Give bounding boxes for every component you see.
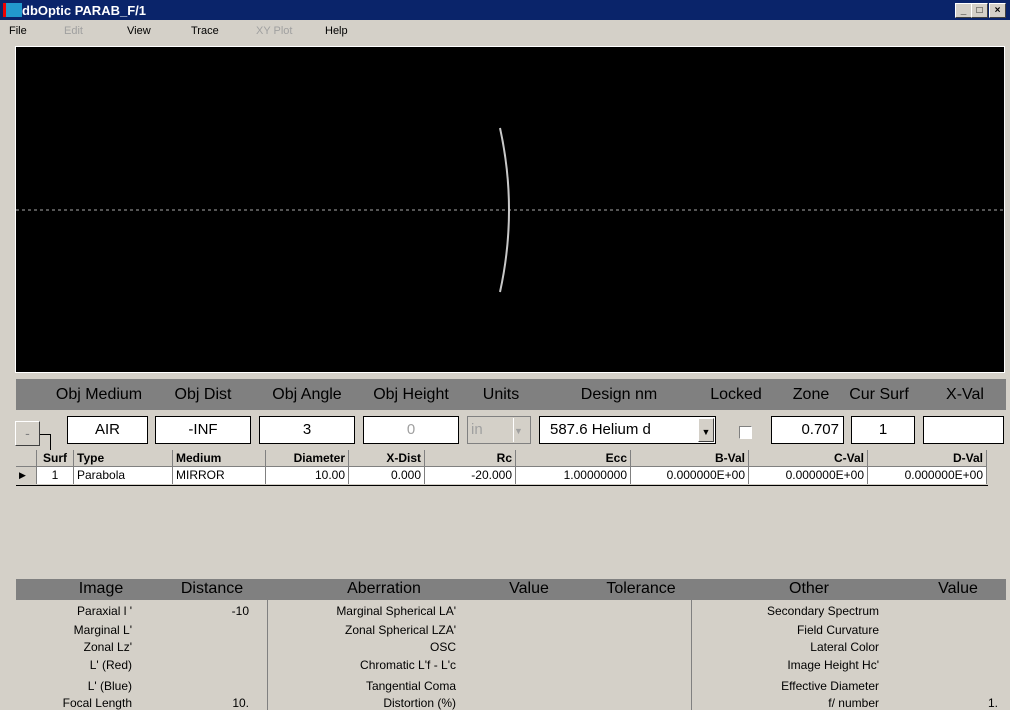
- cell-diameter[interactable]: 10.00: [266, 467, 349, 484]
- other-label: f/ number: [828, 696, 879, 710]
- object-header-band: Obj Medium Obj Dist Obj Angle Obj Height…: [16, 379, 1006, 410]
- minimize-button[interactable]: _: [955, 3, 972, 18]
- header-obj-height: Obj Height: [373, 386, 449, 403]
- menu-trace[interactable]: Trace: [191, 25, 219, 37]
- image-label: Marginal L': [73, 623, 132, 637]
- chevron-down-icon[interactable]: ▼: [513, 418, 529, 442]
- image-value: -10: [231, 604, 249, 618]
- other-label: Image Height Hc': [787, 658, 879, 672]
- col-medium[interactable]: Medium: [173, 450, 266, 467]
- menu-view[interactable]: View: [127, 25, 151, 37]
- aberration-label: Tangential Coma: [365, 679, 456, 693]
- window-title: dbOptic PARAB_F/1: [22, 3, 146, 18]
- header-obj-angle: Obj Angle: [272, 386, 342, 403]
- col-b-val[interactable]: B-Val: [631, 450, 749, 467]
- image-label: Paraxial l ': [77, 604, 132, 618]
- divider: [691, 600, 692, 710]
- cell-c-val[interactable]: 0.000000E+00: [749, 467, 868, 484]
- aberration-label: Marginal Spherical LA': [336, 604, 456, 618]
- col-diameter[interactable]: Diameter: [266, 450, 349, 467]
- menu-bar: File Edit View Trace XY Plot Help: [0, 20, 1010, 42]
- chevron-down-icon[interactable]: ▼: [698, 418, 714, 442]
- optical-layout-canvas[interactable]: [15, 46, 1005, 373]
- cell-type[interactable]: Parabola: [74, 467, 173, 484]
- col-d-val[interactable]: D-Val: [868, 450, 987, 467]
- collapse-button[interactable]: -: [15, 421, 40, 446]
- header-other-value: Value: [938, 580, 978, 597]
- col-x-dist[interactable]: X-Dist: [349, 450, 425, 467]
- header-cur-surf: Cur Surf: [849, 386, 909, 403]
- other-label: Lateral Color: [810, 640, 879, 654]
- menu-file[interactable]: File: [9, 25, 27, 37]
- close-button[interactable]: ×: [989, 3, 1006, 18]
- header-other: Other: [788, 580, 830, 597]
- image-label: L' (Red): [89, 658, 132, 672]
- header-image: Image: [78, 580, 124, 597]
- header-units: Units: [482, 386, 520, 403]
- cell-x-dist[interactable]: 0.000: [349, 467, 425, 484]
- tree-connector: [40, 434, 51, 451]
- cell-medium[interactable]: MIRROR: [173, 467, 266, 484]
- x-val-field[interactable]: [923, 416, 1004, 444]
- menu-help[interactable]: Help: [325, 25, 348, 37]
- image-label: L' (Blue): [87, 679, 132, 693]
- header-value: Value: [509, 580, 549, 597]
- surface-table: Surf Type Medium Diameter X-Dist Rc Ecc …: [16, 450, 988, 486]
- header-zone: Zone: [792, 386, 830, 403]
- title-bar: dbOptic PARAB_F/1 _ □ ×: [0, 0, 1010, 20]
- menu-edit[interactable]: Edit: [64, 25, 83, 37]
- cur-surf-field[interactable]: 1: [851, 416, 915, 444]
- other-label: Secondary Spectrum: [766, 604, 879, 618]
- divider: [267, 600, 268, 710]
- row-selector-icon[interactable]: ▶: [16, 467, 37, 484]
- cell-d-val[interactable]: 0.000000E+00: [868, 467, 987, 484]
- header-tolerance: Tolerance: [606, 580, 676, 597]
- obj-dist-field[interactable]: -INF: [155, 416, 251, 444]
- col-surf[interactable]: Surf: [37, 450, 74, 467]
- col-c-val[interactable]: C-Val: [749, 450, 868, 467]
- cell-rc[interactable]: -20.000: [425, 467, 516, 484]
- header-obj-dist: Obj Dist: [174, 386, 232, 403]
- cell-ecc[interactable]: 1.00000000: [516, 467, 631, 484]
- header-distance: Distance: [180, 580, 244, 597]
- obj-height-field[interactable]: 0: [363, 416, 459, 444]
- other-value: 1.: [987, 696, 998, 710]
- cell-surf[interactable]: 1: [37, 467, 74, 484]
- other-label: Field Curvature: [796, 623, 879, 637]
- app-icon: [3, 3, 22, 17]
- col-ecc[interactable]: Ecc: [516, 450, 631, 467]
- col-type[interactable]: Type: [74, 450, 173, 467]
- image-label: Zonal Lz': [83, 640, 132, 654]
- obj-angle-field[interactable]: 3: [259, 416, 355, 444]
- aberration-label: Chromatic L'f - L'c: [360, 658, 456, 672]
- header-locked: Locked: [710, 386, 762, 403]
- header-x-val: X-Val: [946, 386, 984, 403]
- maximize-button[interactable]: □: [971, 3, 988, 18]
- row-header-corner: [16, 450, 37, 467]
- image-value: 10.: [232, 696, 249, 710]
- design-nm-value: 587.6 Helium d: [550, 421, 651, 438]
- design-nm-select[interactable]: 587.6 Helium d ▼: [539, 416, 716, 444]
- zone-field[interactable]: 0.707: [771, 416, 844, 444]
- header-obj-medium: Obj Medium: [55, 386, 143, 403]
- menu-xy-plot[interactable]: XY Plot: [256, 25, 293, 37]
- obj-medium-field[interactable]: AIR: [67, 416, 148, 444]
- image-label: Focal Length: [62, 696, 132, 710]
- locked-checkbox[interactable]: [739, 426, 752, 439]
- results-header-band: Image Distance Aberration Value Toleranc…: [16, 579, 1006, 600]
- col-rc[interactable]: Rc: [425, 450, 516, 467]
- header-design-nm: Design nm: [580, 386, 658, 403]
- aberration-label: Zonal Spherical LZA': [344, 623, 456, 637]
- header-aberration: Aberration: [347, 580, 421, 597]
- cell-b-val[interactable]: 0.000000E+00: [631, 467, 749, 484]
- other-label: Effective Diameter: [781, 679, 879, 693]
- units-value: in: [471, 421, 483, 438]
- aberration-label: Distortion (%): [383, 696, 456, 710]
- aberration-label: OSC: [429, 640, 456, 654]
- units-select[interactable]: in ▼: [467, 416, 531, 444]
